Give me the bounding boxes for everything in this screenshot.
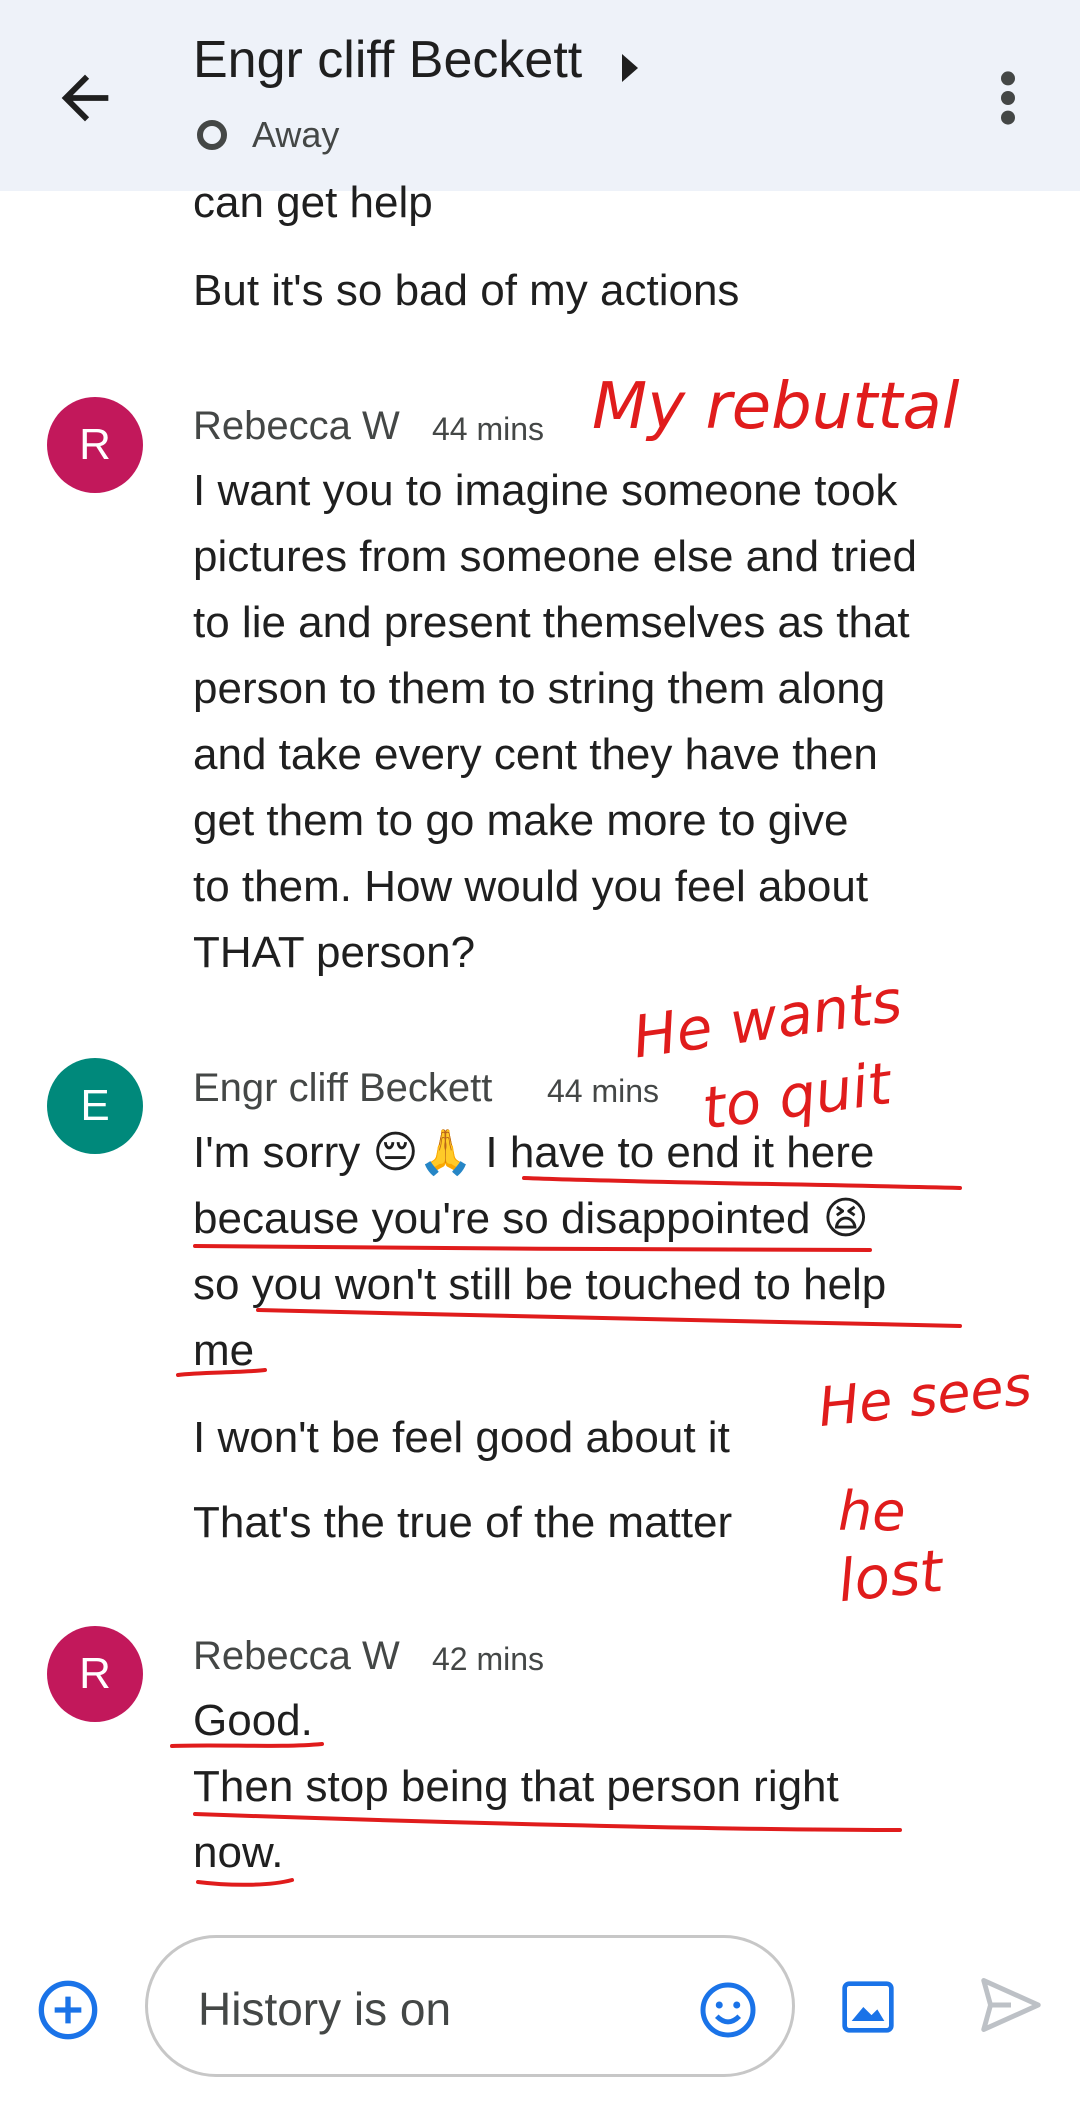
message-composer: History is on [0,1905,1080,2106]
chat-title[interactable]: Engr cliff Beckett [193,30,582,90]
message-text: I want you to imagine someone took pictu… [193,466,917,977]
send-icon[interactable] [978,1975,1044,2035]
sender-name: Rebecca W [193,404,400,448]
message-input-placeholder[interactable]: History is on [198,1982,451,2036]
message-time: 42 mins [432,1641,545,1677]
avatar[interactable]: R [47,1626,143,1722]
message-text: Good. Then stop being that person right … [193,1696,839,1877]
emoji-icon[interactable] [698,1980,758,2040]
sender-name: Engr cliff Beckett [193,1066,493,1110]
message-text: That's the true of the matter [193,1498,733,1547]
avatar[interactable]: E [47,1058,143,1154]
annotation-rebuttal: My rebuttal [592,370,960,444]
more-vert-icon[interactable] [990,70,1026,126]
arrow-left-icon[interactable] [50,63,120,133]
message-input[interactable]: History is on [145,1935,795,2077]
image-icon[interactable] [840,1979,896,2035]
caret-right-icon[interactable] [620,52,640,84]
message-text: I won't be feel good about it [193,1413,730,1462]
message-time: 44 mins [432,411,545,447]
presence-status: Away [252,114,340,155]
message-text: But it's so bad of my actions [193,266,740,315]
message-text: I'm sorry 😔🙏 I have to end it here becau… [193,1128,887,1375]
annotation-lost: lost [834,1536,946,1616]
avatar[interactable]: R [47,397,143,493]
chat-header: Engr cliff Beckett Away [0,0,1080,191]
message-text: can get help [193,178,433,227]
message-time: 44 mins [547,1073,660,1109]
add-circle-icon[interactable] [36,1978,100,2042]
sender-name: Rebecca W [193,1634,400,1678]
annotation-he: he [838,1480,906,1543]
away-status-icon [197,120,227,150]
